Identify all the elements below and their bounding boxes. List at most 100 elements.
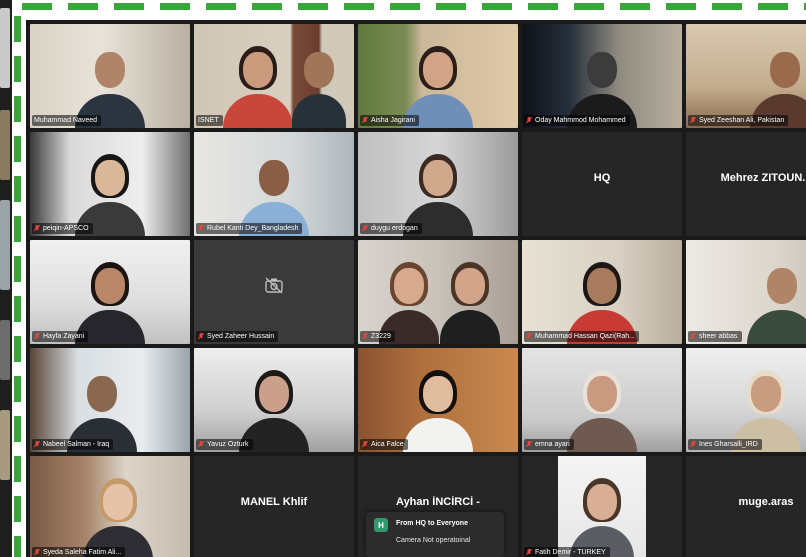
microphone-muted-icon xyxy=(526,548,532,555)
participant-tile[interactable]: Syed Zeeshan Ali, Pakistan xyxy=(686,24,806,128)
participant-name: Fatih Demir - TURKEY xyxy=(535,549,606,556)
participant-video xyxy=(570,476,634,557)
participant-tile[interactable]: Syeda Saleha Fatim Ali... xyxy=(30,456,190,557)
participant-name-tag: Hayfa Zayani xyxy=(32,331,89,342)
participant-name: Syed Zaheer Hussain xyxy=(207,333,275,340)
video-feed xyxy=(686,24,806,128)
participant-tile[interactable]: Oday Mahmmod Mohammed xyxy=(522,24,682,128)
left-strip-thumb xyxy=(0,410,10,480)
participant-video xyxy=(440,260,500,344)
participant-name-tag: Ines Gharsalli_IRD xyxy=(688,439,762,450)
microphone-muted-icon xyxy=(362,224,368,231)
participant-tile-camera-off[interactable]: Syed Zaheer Hussain xyxy=(194,240,354,344)
microphone-muted-icon xyxy=(362,332,368,339)
participant-display-name: muge.aras xyxy=(738,496,794,508)
participant-name-tag: Aica Falce xyxy=(360,439,408,450)
participant-tile[interactable]: peiqin-APSCO xyxy=(30,132,190,236)
participant-tile[interactable]: Nabeel Salman - Iraq xyxy=(30,348,190,452)
participant-video xyxy=(747,260,806,344)
participant-tile[interactable]: Aisha Jagirani xyxy=(358,24,518,128)
participant-name: Nabeel Salman - Iraq xyxy=(43,441,110,448)
participant-tile[interactable]: Yavuz Ozturk xyxy=(194,348,354,452)
participant-tile[interactable]: Z3229 xyxy=(358,240,518,344)
video-feed xyxy=(30,24,190,128)
participant-name: Aisha Jagirani xyxy=(371,117,415,124)
video-meeting-gallery: Muhammad Naveed ISNET Aisha Jagirani Oda… xyxy=(26,20,806,557)
participant-name: Ines Gharsalli_IRD xyxy=(699,441,758,448)
participant-tile[interactable]: Fatih Demir - TURKEY xyxy=(522,456,682,557)
participant-name-tag: Syed Zeeshan Ali, Pakistan xyxy=(688,115,789,126)
microphone-muted-icon xyxy=(34,548,40,555)
video-feed xyxy=(558,456,646,557)
participant-tile[interactable]: Ines Gharsalli_IRD xyxy=(686,348,806,452)
participant-name-tag: sheer abbas xyxy=(688,331,742,342)
participant-tile[interactable]: duygu erdogan xyxy=(358,132,518,236)
participant-name: Z3229 xyxy=(371,333,391,340)
participant-grid: Muhammad Naveed ISNET Aisha Jagirani Oda… xyxy=(30,24,806,557)
participant-name-tag: Oday Mahmmod Mohammed xyxy=(524,115,630,126)
decorative-dashed-border-top xyxy=(22,3,806,10)
participant-name-tag: Yavuz Ozturk xyxy=(196,439,253,450)
participant-display-name: Ayhan İNCİRCİ - xyxy=(396,496,480,508)
participant-tile[interactable]: Rubel Kanti Dey_Bangladesh xyxy=(194,132,354,236)
participant-tile-no-video[interactable]: MANEL Khlif xyxy=(194,456,354,557)
participant-name-tag: Rubel Kanti Dey_Bangladesh xyxy=(196,223,303,234)
participant-name: emna ayari xyxy=(535,441,570,448)
video-feed xyxy=(30,240,190,344)
participant-name: ISNET xyxy=(198,117,219,124)
video-feed xyxy=(30,132,190,236)
microphone-muted-icon xyxy=(526,116,532,123)
participant-name: Yavuz Ozturk xyxy=(207,441,249,448)
participant-name-tag: Aisha Jagirani xyxy=(360,115,419,126)
chat-sender-avatar: H xyxy=(374,518,388,532)
participant-display-name: MANEL Khlif xyxy=(240,496,308,508)
participant-name-tag: Syeda Saleha Fatim Ali... xyxy=(32,547,126,557)
left-strip-thumb xyxy=(0,200,10,290)
video-feed xyxy=(522,348,682,452)
participant-name: Oday Mahmmod Mohammed xyxy=(535,117,626,124)
video-feed xyxy=(686,240,806,344)
microphone-muted-icon xyxy=(526,440,532,447)
participant-name: Rubel Kanti Dey_Bangladesh xyxy=(207,225,299,232)
microphone-muted-icon xyxy=(198,332,204,339)
participant-tile[interactable]: Aica Falce xyxy=(358,348,518,452)
participant-name-tag: emna ayari xyxy=(524,439,574,450)
participant-name-tag: peiqin-APSCO xyxy=(32,223,93,234)
participant-name: Syeda Saleha Fatim Ali... xyxy=(43,549,122,556)
participant-tile-no-video[interactable]: Mehrez ZITOUN... xyxy=(686,132,806,236)
participant-name: Aica Falce xyxy=(371,441,404,448)
microphone-muted-icon xyxy=(362,440,368,447)
chat-notification[interactable]: H From HQ to Everyone Camera Not operato… xyxy=(366,512,504,557)
participant-tile[interactable]: Hayfa Zayani xyxy=(30,240,190,344)
microphone-muted-icon xyxy=(34,224,40,231)
video-feed xyxy=(30,456,190,557)
participant-video xyxy=(83,476,153,557)
microphone-muted-icon xyxy=(690,440,696,447)
microphone-muted-icon xyxy=(690,332,696,339)
participant-tile-active-speaker[interactable]: ISNET xyxy=(194,24,354,128)
video-feed xyxy=(358,348,518,452)
participant-tile[interactable]: Muhammad Naveed xyxy=(30,24,190,128)
microphone-muted-icon xyxy=(198,224,204,231)
participant-tile[interactable]: Muhammad Hassan Qazi(Rah... xyxy=(522,240,682,344)
participant-tile[interactable]: emna ayari xyxy=(522,348,682,452)
decorative-dashed-border-left xyxy=(14,16,21,557)
participant-name-tag: Z3229 xyxy=(360,331,395,342)
participant-name: Muhammad Naveed xyxy=(34,117,98,124)
participant-name: Syed Zeeshan Ali, Pakistan xyxy=(699,117,785,124)
left-edge-strip xyxy=(0,0,12,557)
participant-name-tag: Muhammad Hassan Qazi(Rah... xyxy=(524,331,639,342)
video-feed xyxy=(522,24,682,128)
participant-display-name: Mehrez ZITOUN... xyxy=(720,172,806,184)
participant-display-name: HQ xyxy=(593,172,611,184)
chat-notification-title: From HQ to Everyone xyxy=(396,520,468,527)
participant-video xyxy=(291,44,346,128)
left-strip-thumb xyxy=(0,110,10,180)
participant-tile-no-video[interactable]: HQ xyxy=(522,132,682,236)
participant-name-tag: Fatih Demir - TURKEY xyxy=(524,547,610,557)
participant-tile-no-video[interactable]: muge.aras xyxy=(686,456,806,557)
microphone-muted-icon xyxy=(34,440,40,447)
participant-tile[interactable]: sheer abbas xyxy=(686,240,806,344)
participant-name-tag: Muhammad Naveed xyxy=(32,115,102,126)
participant-name-tag: duygu erdogan xyxy=(360,223,422,234)
